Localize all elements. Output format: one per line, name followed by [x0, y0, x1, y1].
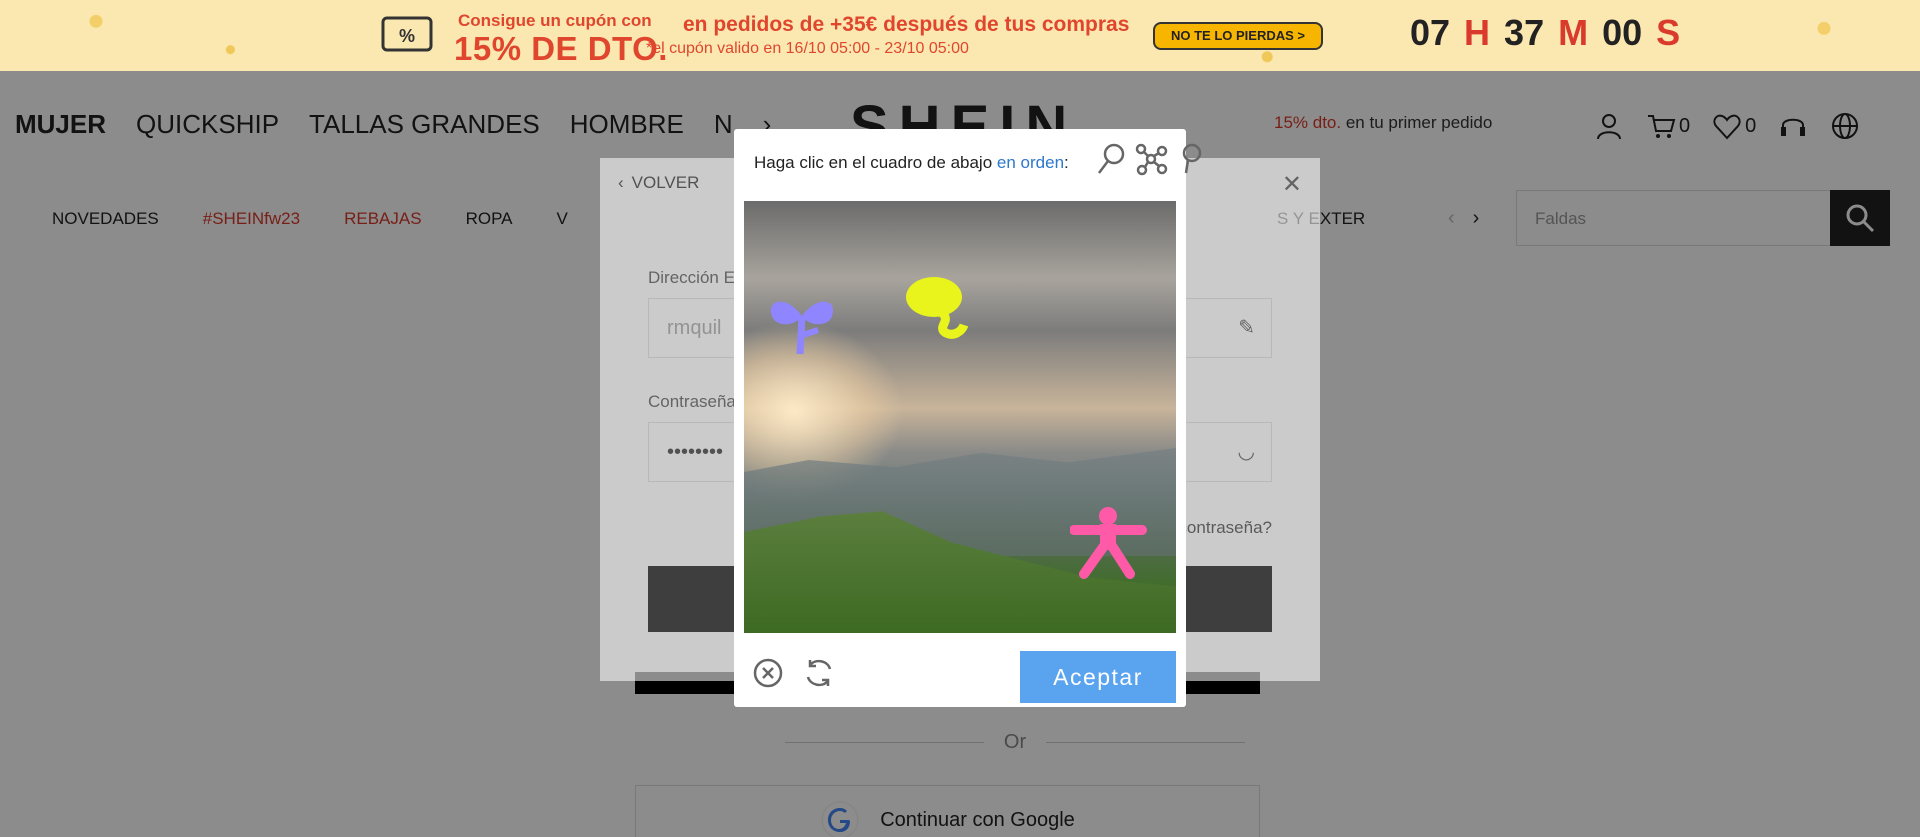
promo-discount: 15% DE DTO. — [454, 30, 668, 67]
purple-sprout-shape[interactable] — [766, 286, 838, 358]
promo-banner[interactable]: % Consigue un cupón con 15% DE DTO. en p… — [0, 0, 1920, 71]
yellow-balloon-shape[interactable] — [906, 273, 978, 345]
countdown-h: H — [1464, 12, 1491, 53]
pink-figure-shape[interactable] — [1070, 506, 1150, 580]
captcha-instruction: Haga clic en el cuadro de abajo en orden… — [754, 153, 1069, 172]
countdown: 07 H 37 M 00 S — [1410, 12, 1680, 54]
back-button[interactable]: ‹ VOLVER — [618, 173, 699, 193]
promo-line3: *el cupón valido en 16/10 05:00 - 23/10 … — [646, 40, 969, 57]
captcha-footer: Aceptar — [734, 645, 1186, 707]
chevron-left-icon: ‹ — [618, 173, 624, 192]
captcha-image[interactable] — [744, 201, 1176, 633]
countdown-s: S — [1656, 12, 1681, 53]
molecule-outline-icon — [1135, 143, 1168, 176]
promo-line1: Consigue un cupón con — [458, 11, 652, 30]
close-circle-icon[interactable] — [752, 655, 784, 691]
edit-icon[interactable]: ✎ — [1238, 315, 1255, 340]
countdown-minutes: 37 — [1504, 12, 1545, 53]
promo-line2: en pedidos de +35€ después de tus compra… — [683, 13, 1130, 36]
captcha-dialog: Haga clic en el cuadro de abajo en orden… — [734, 129, 1202, 707]
password-label: Contraseña — [648, 392, 736, 411]
svg-text:%: % — [399, 26, 415, 46]
countdown-m: M — [1558, 12, 1589, 53]
countdown-seconds: 00 — [1602, 12, 1643, 53]
eye-closed-icon[interactable]: ◡ — [1238, 439, 1255, 464]
promo-cta-button[interactable]: NO TE LO PIERDAS > — [1153, 22, 1323, 50]
refresh-icon[interactable] — [802, 655, 836, 691]
close-icon[interactable]: ✕ — [1282, 170, 1302, 199]
captcha-order-icons — [1094, 141, 1208, 179]
balloon-outline-icon — [1098, 143, 1125, 174]
countdown-hours: 07 — [1410, 12, 1451, 53]
drop-outline-icon — [1182, 143, 1202, 174]
accept-button[interactable]: Aceptar — [1020, 651, 1176, 703]
coupon-icon: % — [381, 16, 433, 52]
